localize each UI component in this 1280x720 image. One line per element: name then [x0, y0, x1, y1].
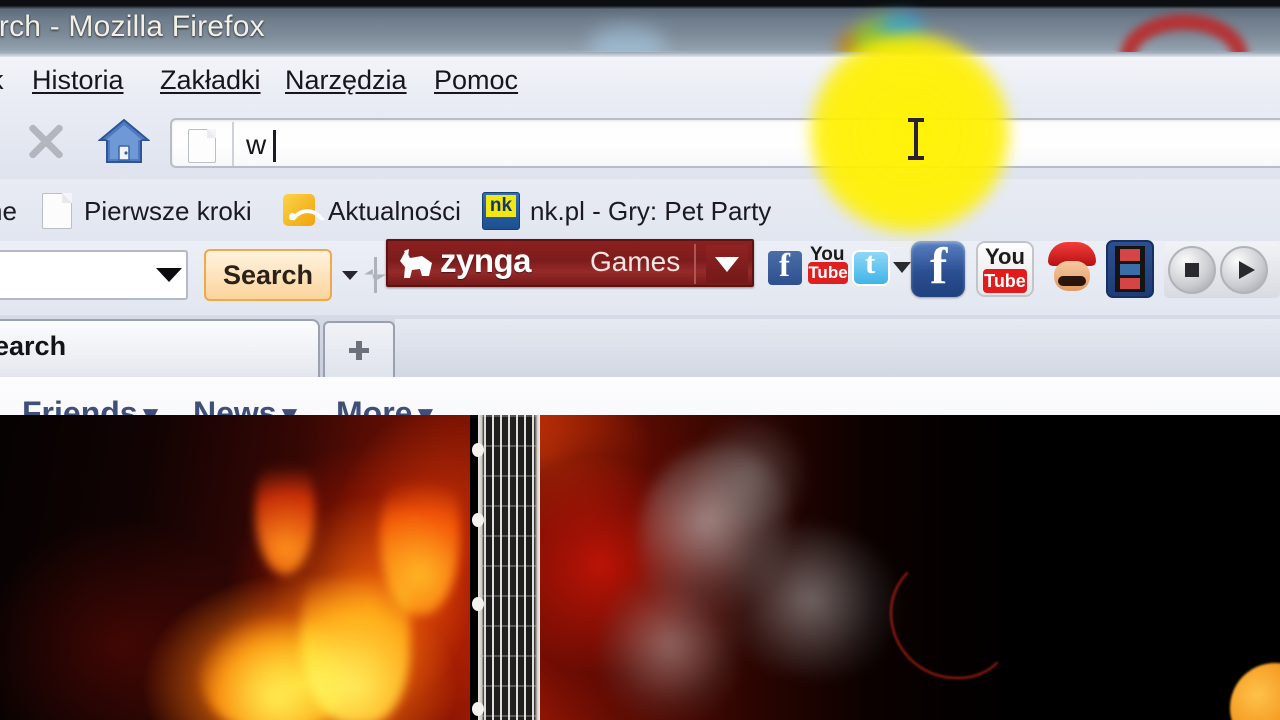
- browser-chrome: k Historia Zakładki Narzędzia Pomoc: [0, 57, 1280, 472]
- new-tab-button[interactable]: [323, 321, 395, 377]
- zynga-divider: [694, 244, 696, 284]
- bookmark-item-pierwsze-kroki[interactable]: Pierwsze kroki: [84, 196, 252, 227]
- window-title: arch - Mozilla Firefox: [0, 10, 265, 43]
- chevron-down-icon[interactable]: [156, 268, 182, 282]
- stop-x-icon[interactable]: [22, 117, 70, 165]
- address-bar-input[interactable]: w: [246, 130, 266, 160]
- menu-item-narzedzia[interactable]: Narzędzia: [285, 65, 407, 96]
- fret-marker-2: [472, 513, 484, 527]
- title-bar: arch - Mozilla Firefox: [0, 0, 1280, 57]
- mario-mustache: [1058, 276, 1086, 286]
- bookmarks-toolbar: ne Pierwsze kroki Aktualności nk nk.pl -…: [0, 179, 1280, 241]
- zynga-games-toolbar[interactable]: zynga Games: [386, 239, 754, 287]
- bookmark-item-nkpl-gry-pet-party[interactable]: nk.pl - Gry: Pet Party: [530, 196, 771, 227]
- menu-item-historia[interactable]: Historia: [32, 65, 124, 96]
- tab-search-label: Search: [0, 331, 67, 361]
- facebook-small-icon[interactable]: [768, 248, 802, 285]
- menu-item-widok[interactable]: k: [0, 65, 4, 96]
- fret-marker-3: [472, 597, 484, 611]
- youtube-tube-text: Tube: [983, 269, 1027, 293]
- facebook-icon[interactable]: [911, 237, 965, 297]
- youtube-icon[interactable]: You Tube: [976, 241, 1034, 297]
- menu-item-pomoc[interactable]: Pomoc: [434, 65, 518, 96]
- menu-item-zakladki-label: Zakładki: [160, 65, 261, 95]
- film-strip-icon[interactable]: [1106, 240, 1154, 298]
- fret-marker-1: [472, 443, 484, 457]
- menu-item-pomoc-label: Pomoc: [434, 65, 519, 95]
- tab-strip-empty-area: [395, 319, 1280, 377]
- mario-icon[interactable]: [1046, 242, 1098, 296]
- menu-bar: k Historia Zakładki Narzędzia Pomoc: [0, 57, 1280, 104]
- small-chevron-down-icon[interactable]: [342, 271, 358, 280]
- zynga-dropdown-button[interactable]: [706, 245, 748, 283]
- guitar-strings: [484, 415, 534, 720]
- smoke-shape-4: [690, 415, 810, 535]
- youtube-small-icon[interactable]: You Tube: [808, 244, 848, 286]
- tab-strip: Search: [0, 315, 1280, 377]
- zynga-dog-svg: [400, 249, 432, 278]
- tab-search[interactable]: Search: [0, 319, 320, 377]
- zynga-dog-icon: [396, 245, 436, 283]
- document-icon: [42, 193, 72, 229]
- film-frame-3: [1120, 278, 1140, 289]
- menu-item-narzedzia-label: Narzędzia: [285, 65, 407, 95]
- play-button-icon[interactable]: [1220, 246, 1268, 294]
- close-circle-icon[interactable]: [1120, 14, 1248, 57]
- menu-item-historia-label: Historia: [32, 65, 124, 95]
- bookmark-item-aktualnosci[interactable]: Aktualności: [328, 196, 461, 227]
- drag-grip-icon[interactable]: [364, 257, 386, 293]
- media-controls: [1164, 242, 1280, 298]
- youtube-small-tube-text: Tube: [808, 262, 848, 284]
- text-caret: [273, 130, 276, 162]
- navigation-toolbar: w: [0, 104, 1280, 179]
- youtube-you-text: You: [985, 244, 1025, 269]
- fret-marker-4: [472, 702, 484, 716]
- film-frame-2: [1120, 264, 1140, 275]
- flame-shape-4: [255, 445, 315, 575]
- film-frame-1: [1120, 249, 1140, 261]
- zynga-wordmark: zynga: [440, 242, 532, 279]
- nk-logo-text: nk: [486, 195, 516, 217]
- nk-logo-icon: nk: [482, 192, 520, 230]
- page-document-icon: [188, 129, 216, 163]
- stop-button-icon[interactable]: [1168, 246, 1216, 294]
- zynga-games-label: Games: [590, 246, 681, 277]
- social-dropdown-icon[interactable]: [893, 262, 911, 273]
- menu-item-widok-label: k: [0, 65, 4, 95]
- home-icon[interactable]: [97, 118, 151, 164]
- twitter-small-icon[interactable]: [852, 245, 890, 286]
- search-button[interactable]: Search: [204, 249, 332, 301]
- address-bar-divider: [232, 122, 234, 166]
- browser-window: arch - Mozilla Firefox k Historia Zakład…: [0, 0, 1280, 720]
- bookmark-item-cropped[interactable]: ne: [0, 196, 17, 227]
- page-content-fire-guitar-banner: [0, 415, 1280, 720]
- rss-feed-icon: [283, 194, 315, 226]
- flame-shape-3: [380, 455, 460, 615]
- address-bar[interactable]: w: [170, 118, 1280, 168]
- menu-item-zakladki[interactable]: Zakładki: [160, 65, 261, 96]
- home-icon-svg: [97, 118, 151, 163]
- titlebar-blurred-icon-4: [880, 14, 924, 44]
